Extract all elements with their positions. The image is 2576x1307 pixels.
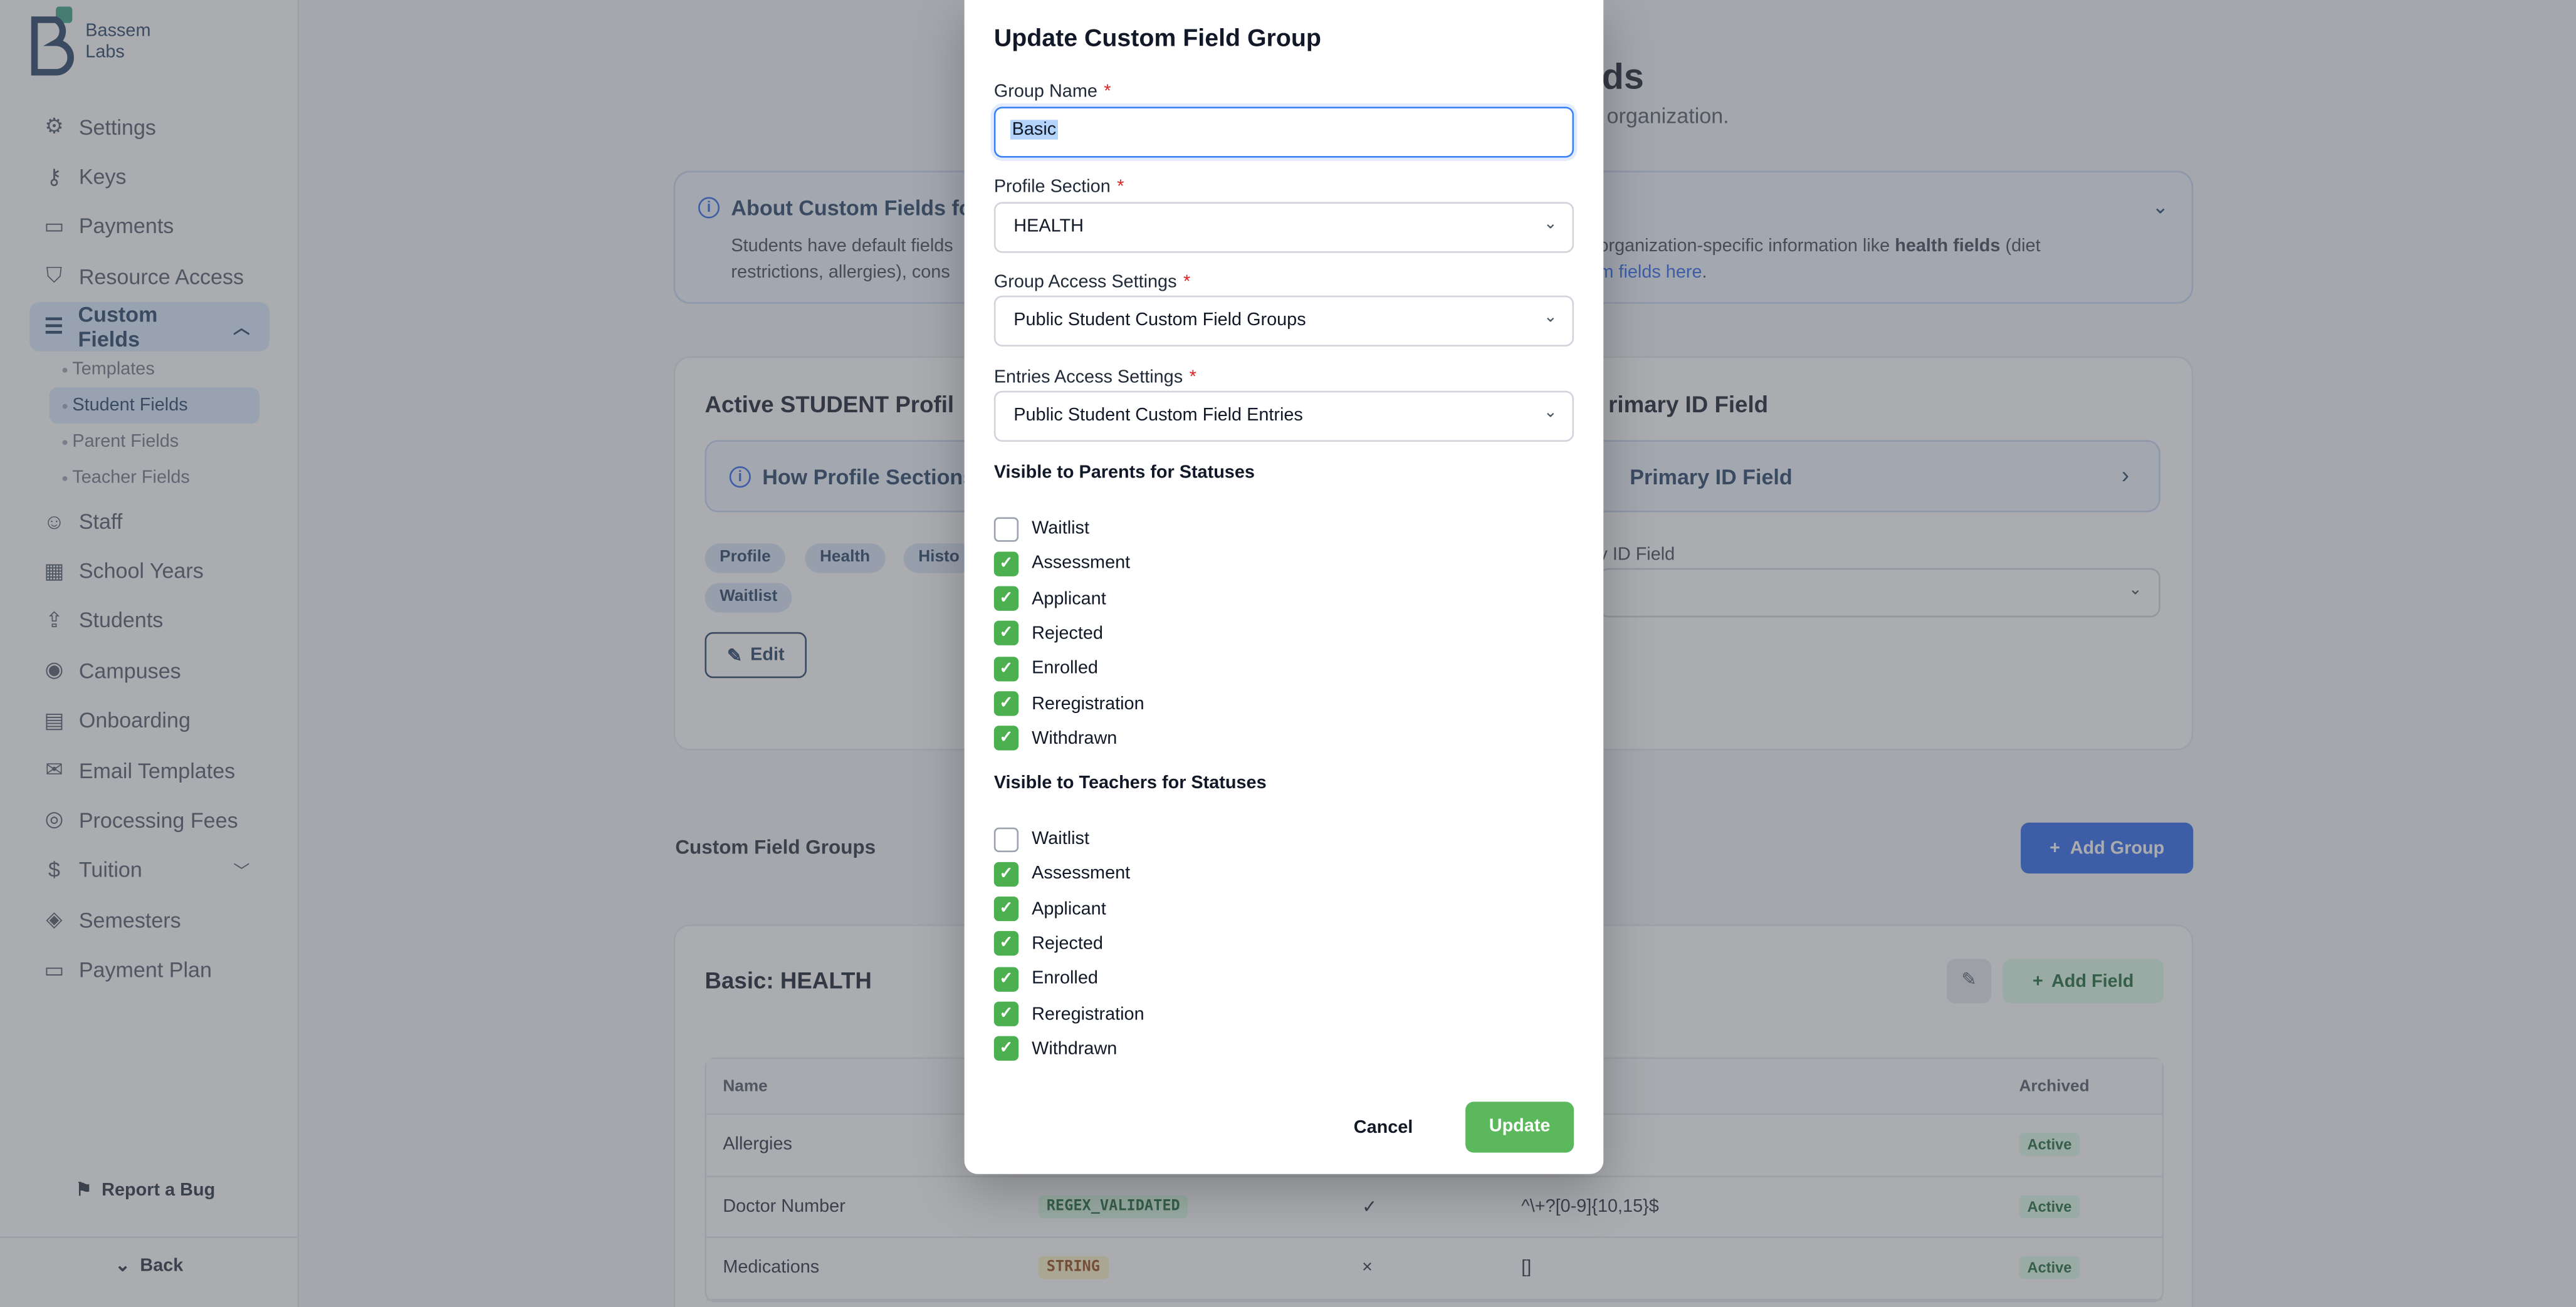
checkbox-checked-icon[interactable]: ✓	[993, 897, 1019, 922]
teachers-status-checkbox-row[interactable]: ✓ Reregistration	[993, 1001, 1144, 1027]
teachers-statuses-heading: Visible to Teachers for Statuses	[993, 773, 1267, 793]
group-name-label-text: Group Name	[993, 82, 1097, 102]
teachers-status-checkbox-row[interactable]: ✓ Enrolled	[993, 966, 1098, 992]
stage: Bassem Labs ⚙ Settings ⚷ Keys ▭ Payments	[0, 0, 2576, 1307]
status-label: Withdrawn	[1032, 729, 1118, 749]
checkbox-checked-icon[interactable]: ✓	[993, 656, 1019, 681]
required-mark: *	[1183, 273, 1191, 293]
profile-section-label: Profile Section *	[994, 177, 1124, 197]
chevron-down-icon: ⌄	[1543, 308, 1558, 327]
status-label: Assessment	[1032, 553, 1131, 574]
entries-access-value: Public Student Custom Field Entries	[1013, 405, 1303, 425]
parents-status-checkbox-row[interactable]: ✓ Enrolled	[993, 655, 1098, 682]
parents-status-checkbox-row[interactable]: Waitlist	[993, 516, 1089, 542]
teachers-status-checkbox-row[interactable]: Waitlist	[993, 826, 1089, 852]
group-name-label: Group Name *	[994, 82, 1111, 102]
entries-access-select[interactable]: Public Student Custom Field Entries ⌄	[993, 390, 1574, 442]
checkbox-unchecked-icon[interactable]	[993, 826, 1019, 851]
parents-statuses-heading: Visible to Parents for Statuses	[993, 463, 1255, 483]
required-mark: *	[1104, 82, 1111, 102]
status-label: Withdrawn	[1032, 1039, 1118, 1059]
checkbox-checked-icon[interactable]: ✓	[993, 586, 1019, 612]
checkbox-checked-icon[interactable]: ✓	[993, 726, 1019, 751]
update-group-modal: Update Custom Field Group Group Name * Ba…	[964, 0, 1604, 1174]
status-label: Enrolled	[1032, 659, 1098, 679]
group-access-value: Public Student Custom Field Groups	[1013, 310, 1306, 330]
teachers-status-checkbox-row[interactable]: ✓ Withdrawn	[993, 1036, 1118, 1062]
parents-status-checkbox-row[interactable]: ✓ Withdrawn	[993, 726, 1118, 752]
update-button[interactable]: Update	[1465, 1101, 1574, 1153]
profile-section-value: HEALTH	[1013, 216, 1084, 237]
parents-status-checkbox-row[interactable]: ✓ Rejected	[993, 620, 1103, 647]
checkbox-checked-icon[interactable]: ✓	[993, 1036, 1019, 1061]
required-mark: *	[1189, 368, 1196, 388]
checkbox-checked-icon[interactable]: ✓	[993, 1001, 1019, 1026]
checkbox-checked-icon[interactable]: ✓	[993, 966, 1019, 992]
status-label: Enrolled	[1032, 969, 1098, 989]
status-label: Rejected	[1032, 623, 1103, 643]
status-label: Applicant	[1032, 899, 1106, 919]
checkbox-unchecked-icon[interactable]	[993, 516, 1019, 541]
status-label: Applicant	[1032, 588, 1106, 609]
profile-section-label-text: Profile Section	[993, 177, 1111, 197]
checkbox-checked-icon[interactable]: ✓	[993, 931, 1019, 957]
group-access-select[interactable]: Public Student Custom Field Groups ⌄	[993, 295, 1574, 346]
status-label: Assessment	[1032, 864, 1131, 884]
status-label: Rejected	[1032, 934, 1103, 954]
cancel-button[interactable]: Cancel	[1333, 1112, 1435, 1144]
checkbox-checked-icon[interactable]: ✓	[993, 862, 1019, 887]
group-name-input[interactable]: Basic	[993, 107, 1574, 158]
checkbox-checked-icon[interactable]: ✓	[993, 551, 1019, 576]
required-mark: *	[1117, 177, 1124, 197]
parents-status-checkbox-row[interactable]: ✓ Applicant	[993, 585, 1106, 612]
status-label: Reregistration	[1032, 694, 1144, 714]
chevron-down-icon: ⌄	[1543, 404, 1558, 422]
entries-access-label: Entries Access Settings *	[994, 368, 1196, 387]
group-access-label: Group Access Settings *	[994, 273, 1190, 292]
group-name-value: Basic	[1010, 120, 1058, 140]
parents-status-checkbox-row[interactable]: ✓ Assessment	[993, 551, 1131, 577]
teachers-status-checkbox-row[interactable]: ✓ Rejected	[993, 931, 1103, 957]
teachers-status-checkbox-row[interactable]: ✓ Assessment	[993, 861, 1131, 887]
status-label: Reregistration	[1032, 1004, 1144, 1024]
checkbox-checked-icon[interactable]: ✓	[993, 621, 1019, 646]
parents-status-checkbox-row[interactable]: ✓ Reregistration	[993, 690, 1144, 717]
status-label: Waitlist	[1032, 519, 1089, 539]
teachers-status-checkbox-row[interactable]: ✓ Applicant	[993, 896, 1106, 922]
checkbox-checked-icon[interactable]: ✓	[993, 691, 1019, 716]
chevron-down-icon: ⌄	[1543, 215, 1558, 234]
profile-section-select[interactable]: HEALTH ⌄	[993, 202, 1574, 253]
modal-title: Update Custom Field Group	[993, 24, 1321, 53]
group-access-label-text: Group Access Settings	[993, 273, 1177, 293]
status-label: Waitlist	[1032, 829, 1089, 849]
entries-access-label-text: Entries Access Settings	[993, 368, 1183, 388]
